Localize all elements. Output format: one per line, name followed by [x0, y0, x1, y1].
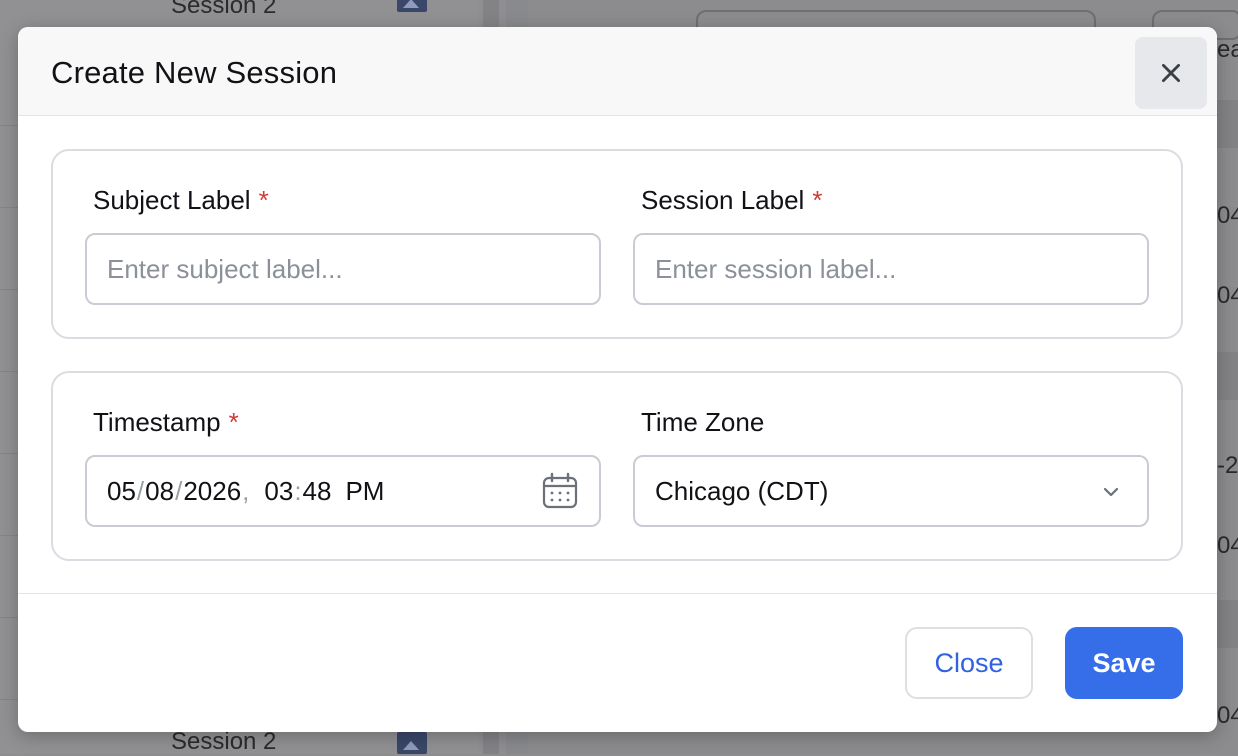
session-label-heading: Session Label * [641, 185, 822, 216]
date-separator: / [174, 476, 183, 507]
image-icon [397, 732, 427, 754]
required-marker: * [229, 407, 239, 437]
timestamp-month[interactable]: 05 [107, 476, 136, 507]
background-cell-text: 04 [1217, 202, 1238, 230]
timestamp-year[interactable]: 2026 [183, 476, 241, 507]
subject-label-text: Subject Label [93, 185, 251, 215]
calendar-icon[interactable] [541, 472, 579, 510]
required-marker: * [259, 185, 269, 215]
chevron-down-icon [1101, 482, 1121, 502]
create-session-modal: Create New Session Subject Label * Sessio… [18, 27, 1217, 732]
session-label-input[interactable] [633, 233, 1149, 305]
background-session-label: Session 2 [171, 0, 276, 20]
date-separator: / [136, 476, 145, 507]
required-marker: * [812, 185, 822, 215]
labels-card: Subject Label * Session Label * [51, 149, 1183, 339]
background-cell-text: eat [1217, 36, 1238, 64]
session-label-text: Session Label [641, 185, 804, 215]
timestamp-label-text: Timestamp [93, 407, 221, 437]
timestamp-ampm[interactable]: PM [345, 476, 384, 507]
timestamp-heading: Timestamp * [93, 407, 239, 438]
subject-label-input[interactable] [85, 233, 601, 305]
close-modal-button[interactable] [1135, 37, 1207, 109]
footer-divider [18, 593, 1217, 594]
background-cell-text: 04 [1217, 702, 1238, 730]
time-zone-select[interactable]: Chicago (CDT) [633, 455, 1149, 527]
background-cell-text: 04 [1217, 282, 1238, 310]
close-button[interactable]: Close [905, 627, 1033, 699]
background-cell-text: 04 [1217, 532, 1238, 560]
time-card: Timestamp* 05/08/2026,03:48PM Time Zone … [51, 371, 1183, 561]
subject-label-heading: Subject Label * [93, 185, 269, 216]
image-icon [397, 0, 427, 12]
close-icon [1158, 60, 1184, 86]
background-session-label: Session 2 [171, 728, 276, 756]
modal-title: Create New Session [51, 55, 337, 91]
datetime-separator: , [241, 476, 250, 507]
background-cell-text: -2 [1217, 452, 1238, 480]
save-button[interactable]: Save [1065, 627, 1183, 699]
time-separator: : [293, 476, 302, 507]
timestamp-minute[interactable]: 48 [303, 476, 332, 507]
timestamp-hour[interactable]: 03 [264, 476, 293, 507]
timestamp-input[interactable]: 05/08/2026,03:48PM [85, 455, 601, 527]
time-zone-value: Chicago (CDT) [655, 476, 828, 507]
modal-header: Create New Session [18, 27, 1217, 116]
time-zone-heading: Time Zone [641, 407, 764, 438]
timestamp-day[interactable]: 08 [145, 476, 174, 507]
